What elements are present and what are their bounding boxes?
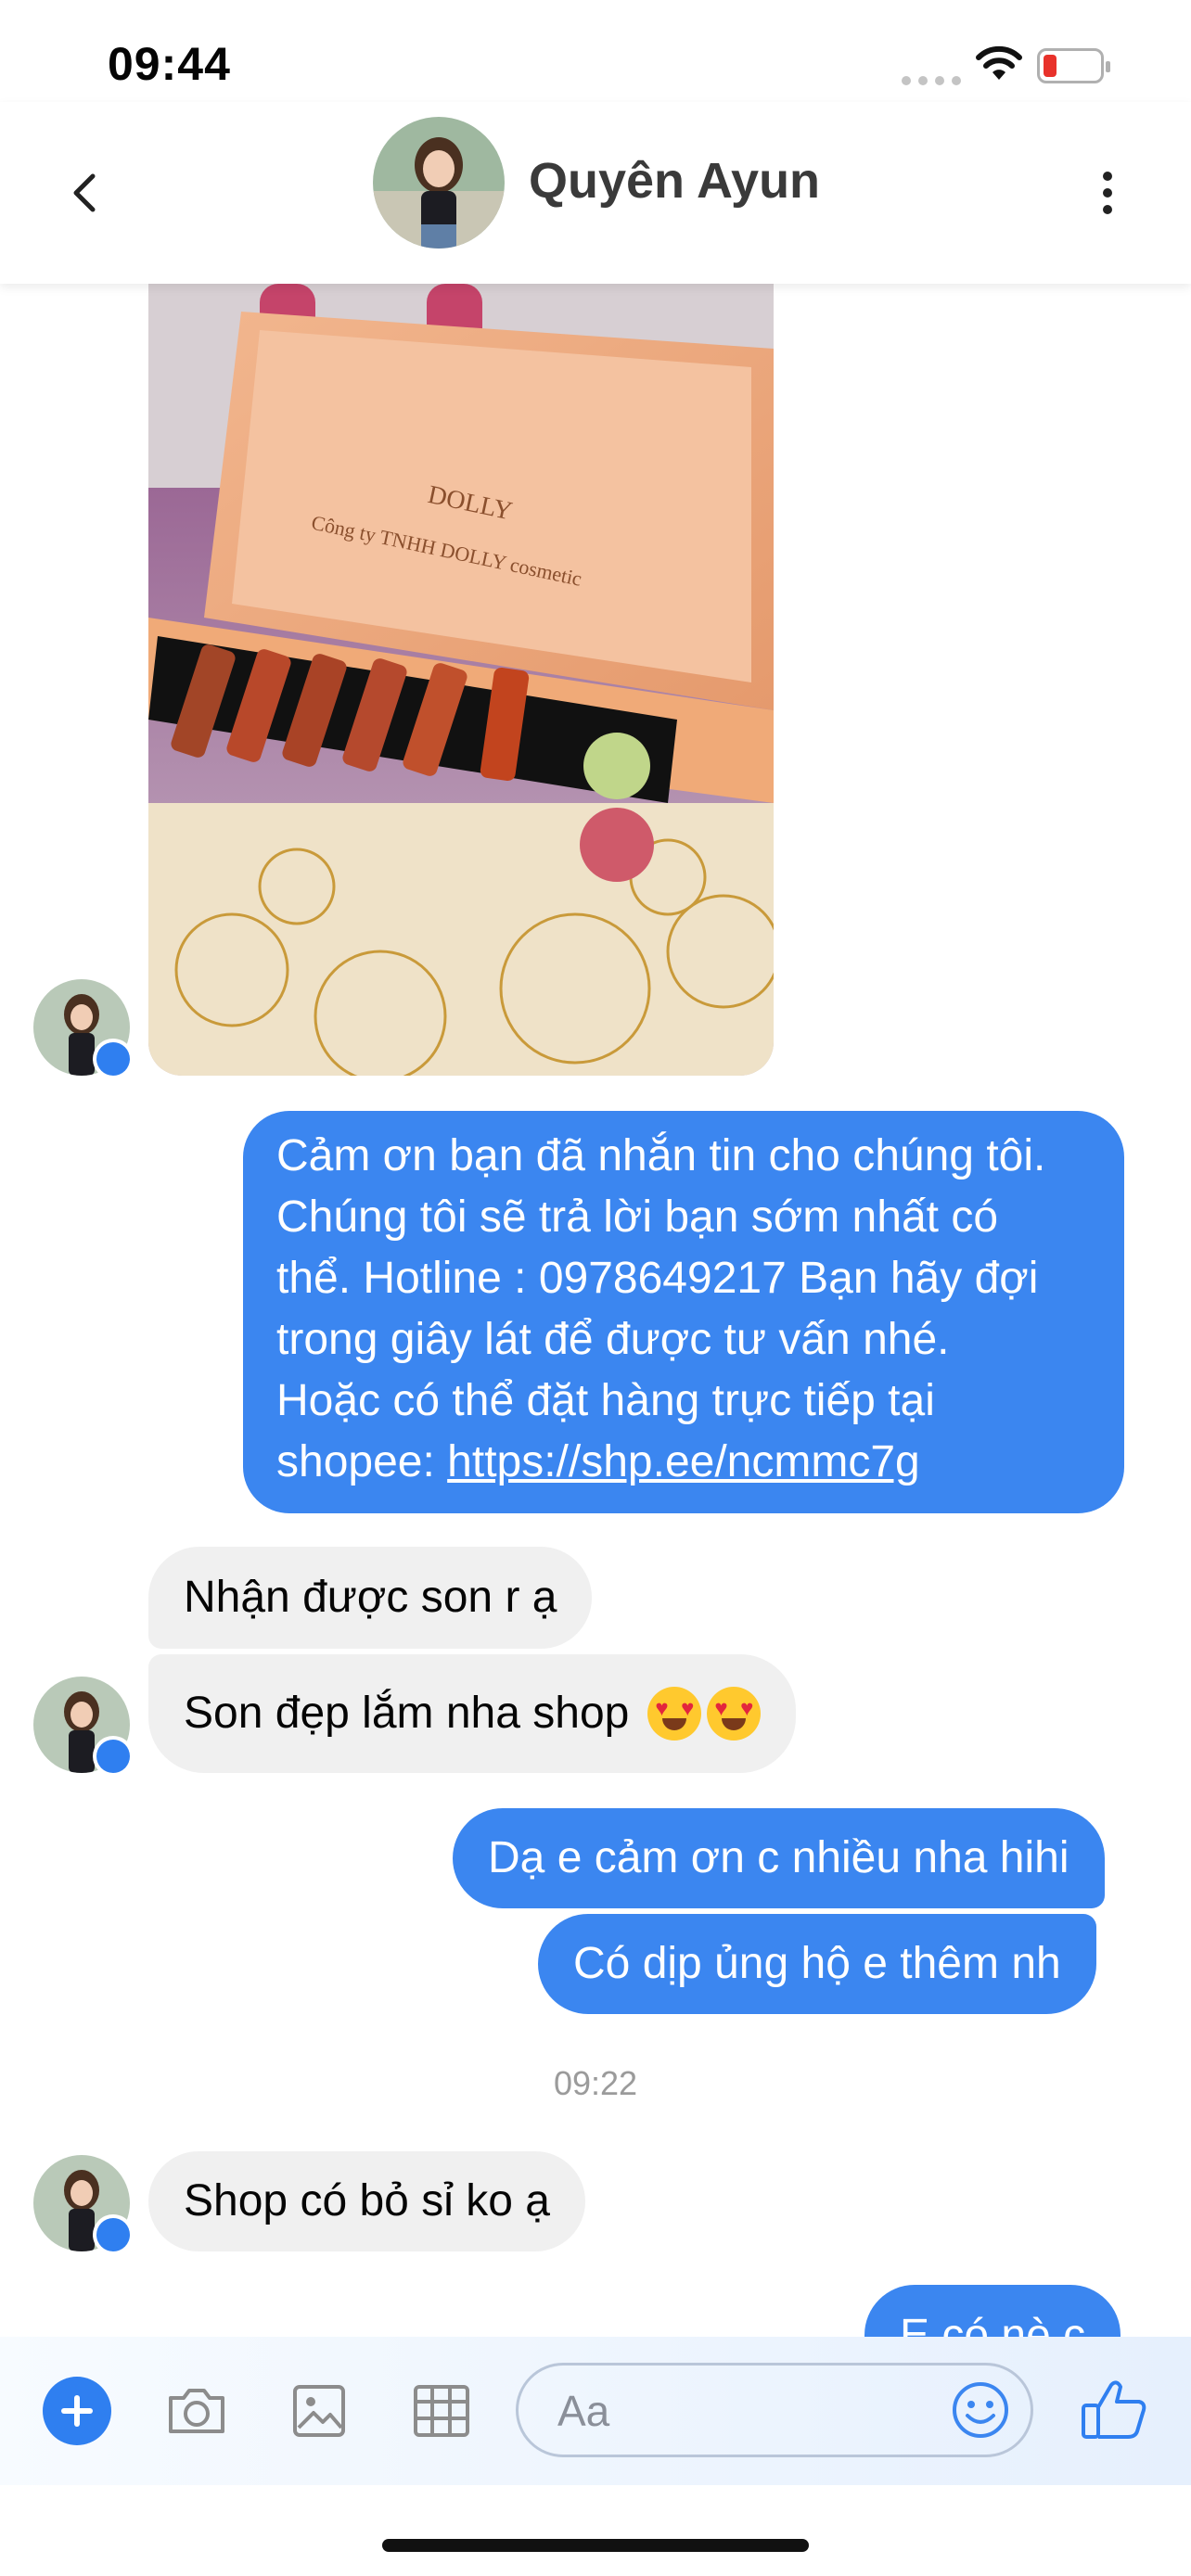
shopee-link[interactable]: https://shp.ee/ncmmc7g [447, 1437, 920, 1486]
message-timestamp: 09:22 [553, 2064, 638, 2102]
incoming-message[interactable]: Nhận được son r ạ [148, 1547, 593, 1649]
image-message[interactable]: DOLLY Công ty TNHH DOLLY cosmetic [148, 284, 774, 1076]
status-time: 09:44 [108, 38, 231, 90]
emoji-icon[interactable] [951, 2380, 1010, 2440]
messenger-badge-icon [93, 2214, 134, 2255]
incoming-message[interactable]: Son đẹp lắm nha shop [148, 1654, 797, 1773]
message-composer [0, 2337, 1191, 2485]
heart-eyes-emoji-icon [707, 1687, 762, 1741]
messenger-badge-icon [93, 1736, 134, 1777]
camera-icon[interactable] [163, 2378, 230, 2444]
image-icon[interactable] [286, 2378, 352, 2444]
back-chevron-icon[interactable] [58, 156, 113, 230]
message-line: Chúng tôi sẽ trả lời bạn sớm nhất có [276, 1192, 999, 1242]
message-input[interactable] [556, 2382, 930, 2440]
message-line: trong giây lát để được tư vấn nhé. [276, 1315, 950, 1364]
incoming-message[interactable]: Shop có bỏ sỉ ko ạ [148, 2151, 585, 2251]
chat-header: Quyên Ayun [0, 102, 1191, 284]
message-text: Son đẹp lắm nha shop [184, 1689, 630, 1738]
message-line: shopee: [276, 1437, 448, 1486]
battery-icon [1037, 48, 1110, 83]
message-line: Cảm ơn bạn đã nhắn tin cho chúng tôi. [276, 1131, 1046, 1180]
outgoing-message[interactable]: Dạ e cảm ơn c nhiều nha hihi [453, 1808, 1105, 1908]
plus-icon[interactable] [43, 2377, 111, 2445]
heart-eyes-emoji-icon [647, 1687, 702, 1741]
sticker-grid-icon[interactable] [408, 2378, 475, 2444]
wifi-icon [976, 45, 1022, 80]
sender-avatar[interactable] [33, 2155, 134, 2255]
outgoing-message[interactable]: Cảm ơn bạn đã nhắn tin cho chúng tôi. Ch… [243, 1111, 1124, 1513]
more-options-icon[interactable] [1091, 156, 1124, 230]
outgoing-message[interactable]: Có dịp ủng hộ e thêm nh [538, 1914, 1096, 2014]
sender-avatar[interactable] [33, 1677, 134, 1777]
message-line: thể. Hotline : 0978649217 Bạn hãy đợi [276, 1254, 1039, 1303]
signal-icon [902, 76, 961, 85]
contact-avatar[interactable] [373, 117, 505, 249]
thumbs-up-icon[interactable] [1078, 2372, 1152, 2446]
message-line: Hoặc có thể đặt hàng trực tiếp tại [276, 1376, 935, 1425]
messenger-badge-icon [93, 1039, 134, 1079]
sender-avatar[interactable] [33, 979, 134, 1079]
contact-name[interactable]: Quyên Ayun [529, 152, 820, 210]
home-indicator[interactable] [382, 2539, 809, 2552]
message-input-box[interactable] [516, 2363, 1033, 2457]
